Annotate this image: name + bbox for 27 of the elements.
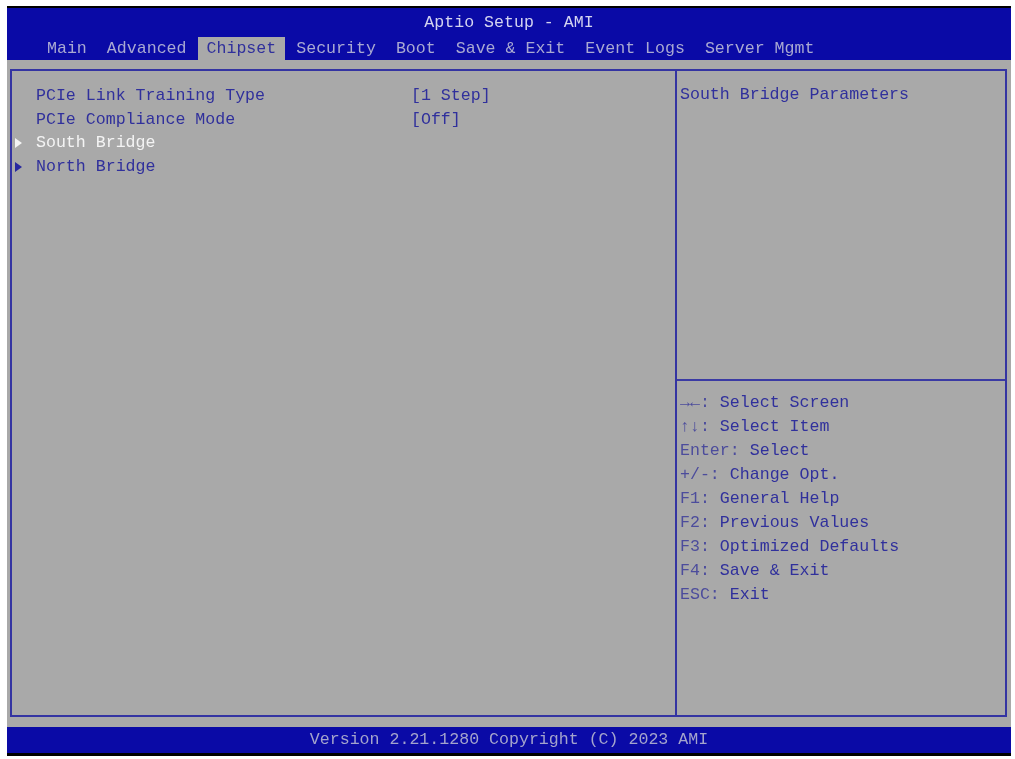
setting-label[interactable]: PCIe Compliance Mode — [36, 109, 411, 129]
window-title: Aptio Setup - AMI — [424, 13, 594, 33]
menu-tab[interactable]: Main — [38, 37, 96, 60]
menu-tab[interactable]: Boot — [386, 37, 445, 60]
key-hint: ↑↓: Select Item — [680, 416, 830, 438]
menu-tab[interactable]: Advanced — [97, 37, 196, 60]
menu-tab[interactable]: Event Logs — [576, 37, 694, 60]
setting-label[interactable]: PCIe Link Training Type — [36, 85, 411, 105]
menu-tab[interactable]: Server Mgmt — [695, 37, 824, 60]
key-hint: F2: Previous Values — [680, 512, 870, 534]
key-hint: →←: Select Screen — [680, 392, 850, 414]
help-description: South Bridge Parameters — [680, 85, 910, 104]
menu-tab[interactable]: Security — [287, 37, 385, 60]
setting-value[interactable]: [1 Step] — [411, 85, 491, 105]
triangle-icon — [15, 162, 22, 172]
triangle-icon — [15, 138, 22, 148]
key-hint: F3: Optimized Defaults — [680, 536, 900, 558]
menu-tab[interactable]: Chipset — [197, 37, 286, 60]
key-hint: +/-: Change Opt. — [680, 464, 840, 486]
setting-value[interactable]: [Off] — [411, 109, 461, 129]
key-hint: ESC: Exit — [680, 584, 770, 606]
key-hint: Enter: Select — [680, 440, 810, 462]
key-hint: F1: General Help — [680, 488, 840, 510]
version-text: Version 2.21.1280 Copyright (C) 2023 AMI — [309, 730, 709, 750]
key-hint: F4: Save & Exit — [680, 560, 830, 582]
menu-tab[interactable]: Save & Exit — [446, 37, 575, 60]
submenu-link[interactable]: North Bridge — [15, 157, 156, 177]
